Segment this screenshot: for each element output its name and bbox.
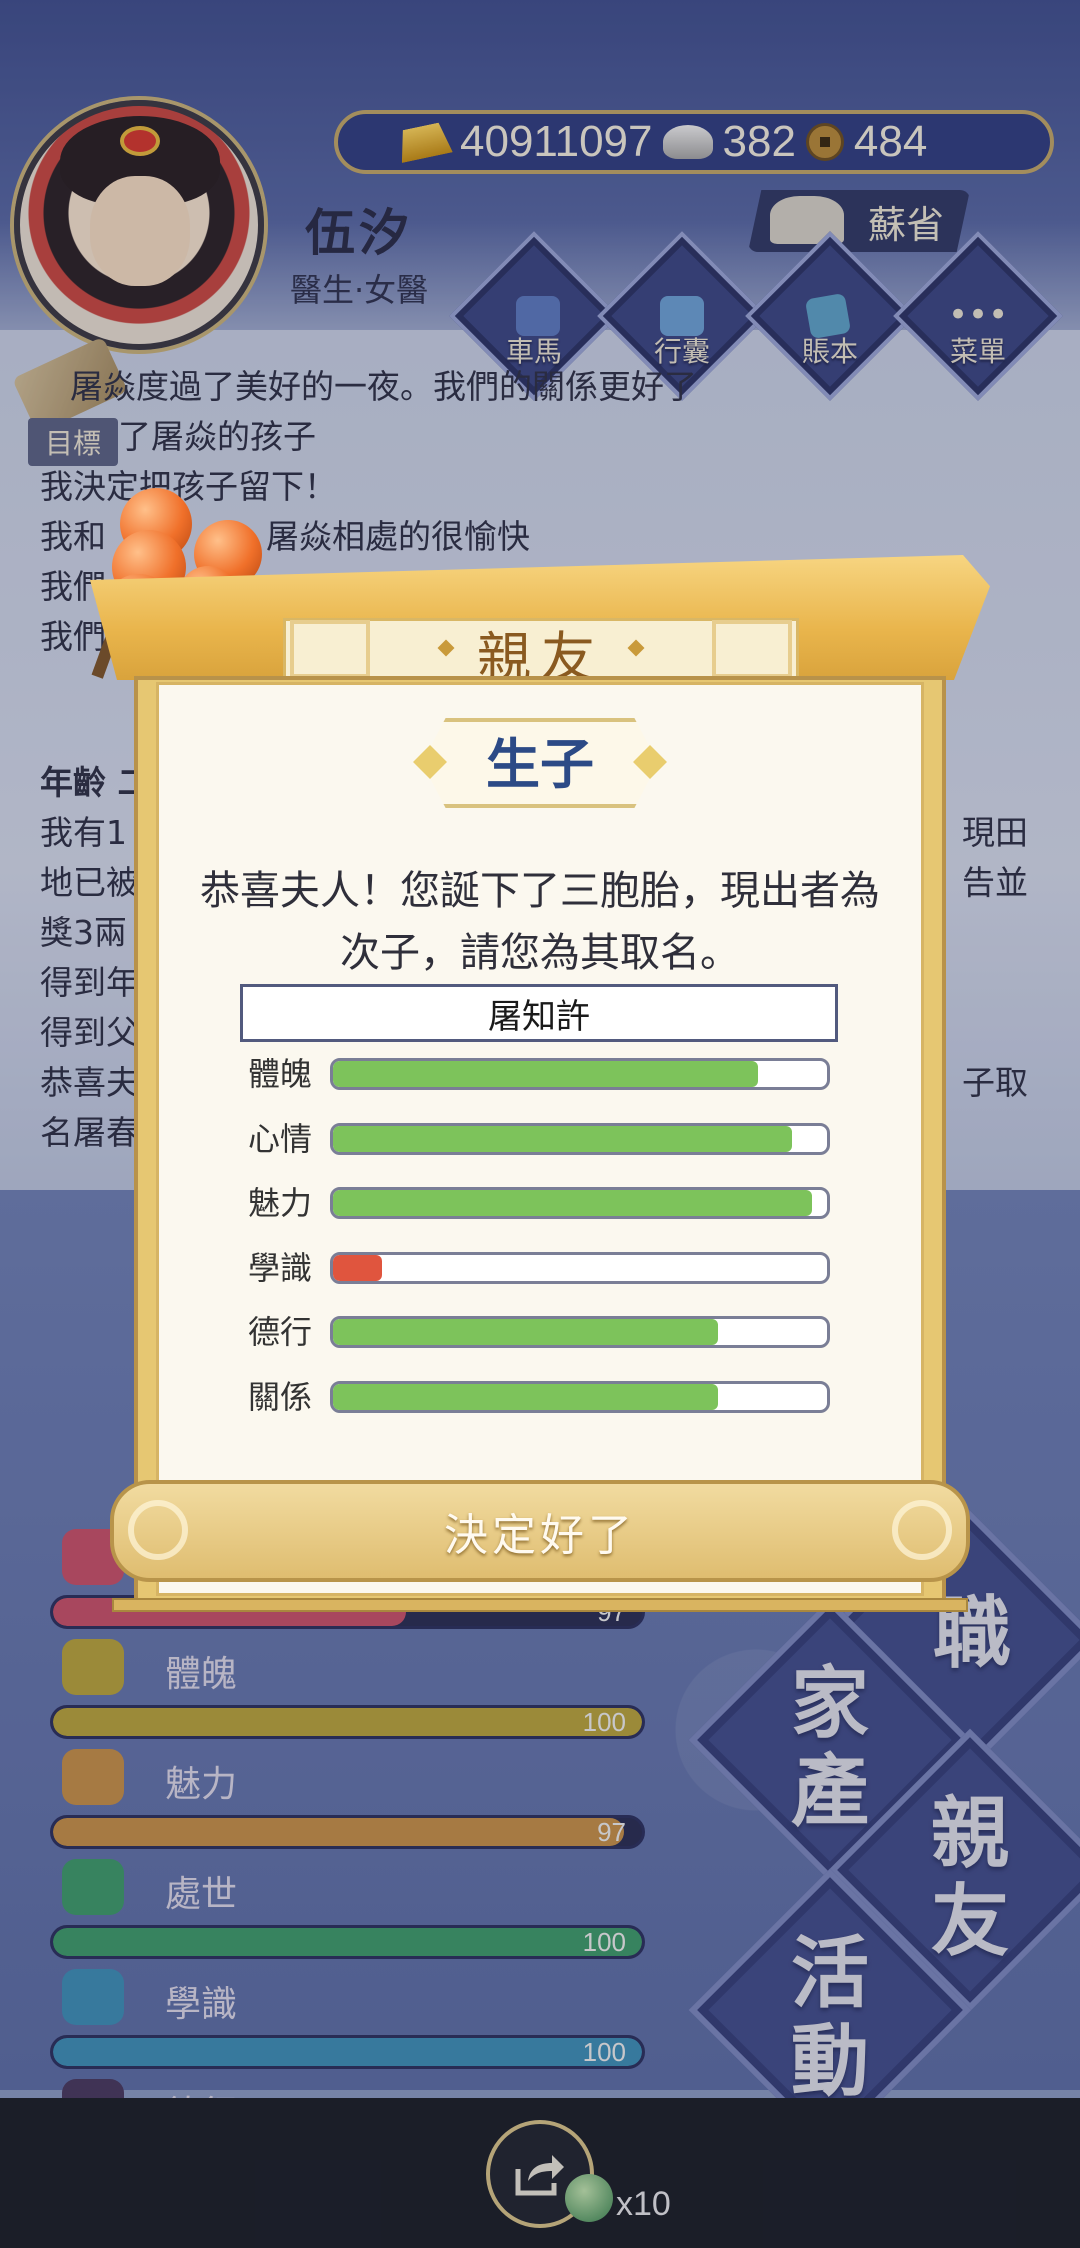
child-stat-label: 心情 <box>248 1120 313 1158</box>
child-stat-bar <box>330 1381 830 1413</box>
child-stat-fill <box>333 1319 719 1345</box>
modal-subtitle: 生子 <box>486 733 594 796</box>
cloud-ornament-icon <box>892 1500 952 1560</box>
modal-message: 恭喜夫人！您誕下了三胞胎，現出者為次子，請您為其取名。 <box>200 868 880 976</box>
modal-title-ornament <box>712 620 792 678</box>
child-stat-bar <box>330 1123 830 1155</box>
child-name-input[interactable] <box>240 984 838 1042</box>
modal-title: 親友 <box>477 626 605 689</box>
child-stat-bar <box>330 1058 830 1090</box>
child-stat-fill <box>333 1190 813 1216</box>
confirm-label: 決定好了 <box>444 1510 636 1561</box>
child-stat-label: 魅力 <box>248 1184 313 1222</box>
child-stat-fill <box>333 1061 758 1087</box>
child-stat-bar <box>330 1252 830 1284</box>
child-stat-label: 體魄 <box>248 1055 313 1093</box>
child-stat-fill <box>333 1126 793 1152</box>
child-stat-label: 德行 <box>248 1313 313 1351</box>
child-stat-fill <box>333 1255 383 1281</box>
cloud-ornament-icon <box>128 1500 188 1560</box>
child-stat-bar <box>330 1316 830 1348</box>
child-stat-label: 關係 <box>248 1378 313 1416</box>
modal-title-ornament <box>290 620 370 678</box>
child-stat-fill <box>333 1384 719 1410</box>
modal-base <box>112 1598 968 1612</box>
child-stat-bar <box>330 1187 830 1219</box>
confirm-button[interactable]: 決定好了 <box>110 1480 970 1582</box>
child-stat-label: 學識 <box>248 1249 313 1287</box>
